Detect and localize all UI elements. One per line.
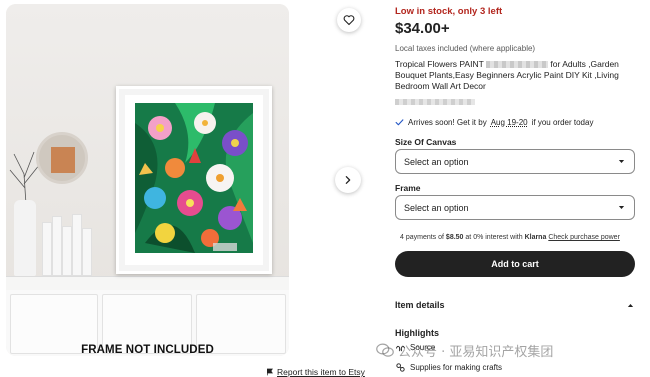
klarna-prefix: 4 payments of (400, 234, 444, 241)
vase (14, 200, 36, 276)
item-details-heading: Item details (395, 300, 445, 310)
highlight-supplies: Supplies for making crafts (410, 363, 503, 372)
klarna-installments: 4 payments of $8.50 at 0% interest with … (400, 234, 620, 241)
klarna-middle: at 0% interest with (465, 234, 523, 241)
stock-notice: Low in stock, only 3 left (395, 6, 503, 17)
delivery-date[interactable]: Aug 19-20 (491, 118, 528, 127)
price: $34.00+ (395, 20, 450, 37)
round-wall-decor (36, 132, 88, 184)
highlight-item: Supplies for making crafts (395, 362, 502, 373)
chevron-up-icon (627, 303, 634, 307)
highlights-heading: Highlights (395, 328, 439, 338)
size-select[interactable]: Select an option (395, 149, 635, 174)
klarna-link[interactable]: Check purchase power (548, 234, 620, 241)
option-label-size: Size Of Canvas (395, 137, 457, 147)
book-stack (42, 212, 94, 276)
delivery-estimate: Arrives soon! Get it by Aug 19-20 if you… (395, 118, 593, 127)
chevron-down-icon (618, 160, 625, 163)
redacted-text (486, 61, 549, 69)
add-to-cart-button[interactable]: Add to cart (395, 251, 635, 277)
frame-not-included-text: FRAME NOT INCLUDED (81, 344, 214, 356)
chevron-down-icon (618, 206, 625, 209)
report-link-label: Report this item to Etsy (277, 367, 365, 377)
delivery-suffix: if you order today (531, 118, 594, 127)
redacted-shop-name (395, 99, 475, 105)
title-part-1: Tropical Flowers PAINT (395, 59, 484, 69)
picture-frame (116, 86, 272, 274)
watermark: 公众号 · 亚易知识产权集团 (376, 341, 553, 360)
frame-select[interactable]: Select an option (395, 195, 635, 220)
flag-icon (267, 368, 273, 376)
heart-icon (343, 15, 355, 26)
item-details-toggle[interactable]: Item details (395, 300, 635, 310)
report-item-link[interactable]: Report this item to Etsy (266, 367, 365, 377)
klarna-amount: $8.50 (445, 234, 464, 241)
delivery-prefix: Arrives soon! Get it by (408, 118, 487, 127)
craft-supplies-icon (396, 363, 405, 372)
chevron-right-icon (345, 176, 351, 184)
watermark-text: 公众号 · 亚易知识产权集团 (398, 345, 554, 360)
favorite-button[interactable] (337, 8, 361, 32)
check-icon (395, 119, 404, 126)
option-label-frame: Frame (395, 183, 421, 193)
shelf-top (6, 276, 289, 290)
tax-note: Local taxes included (where applicable) (395, 44, 536, 53)
floral-artwork (135, 103, 253, 253)
next-image-button[interactable] (335, 167, 361, 193)
wechat-icon (376, 343, 394, 357)
product-image[interactable]: FRAME NOT INCLUDED (6, 4, 289, 356)
frame-select-value: Select an option (404, 202, 469, 213)
size-select-value: Select an option (404, 156, 469, 167)
product-title: Tropical Flowers PAINT for Adults ,Garde… (395, 59, 633, 93)
klarna-brand: Klarna (524, 234, 547, 241)
